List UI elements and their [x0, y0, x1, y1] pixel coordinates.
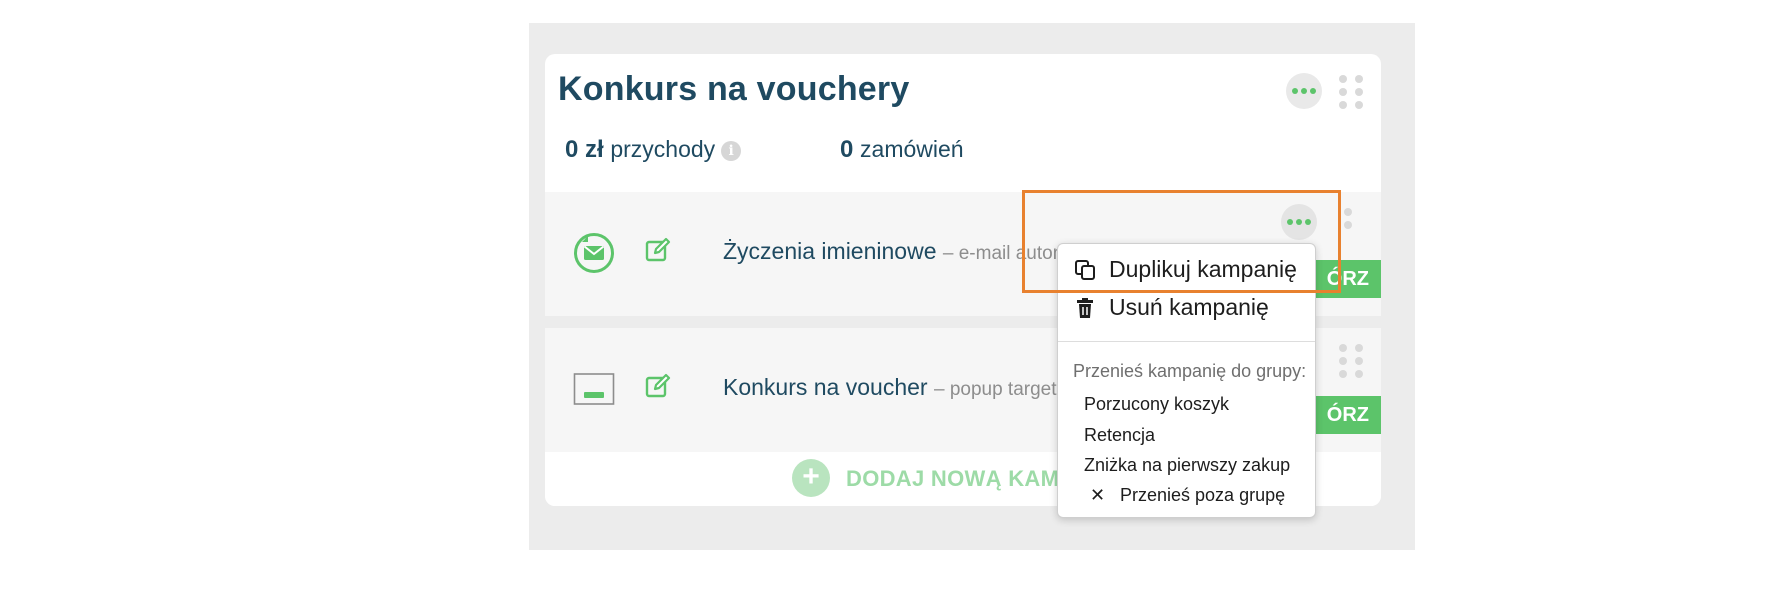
- campaign-more-options-button[interactable]: [1281, 204, 1317, 240]
- group-option-porzucony-koszyk[interactable]: Porzucony koszyk: [1084, 394, 1229, 415]
- envelope-autoresponder-icon: [574, 233, 614, 273]
- close-icon: ✕: [1090, 485, 1106, 505]
- campaign-drag-handle-icon[interactable]: [1339, 344, 1363, 378]
- orders-stat: 0 zamówień: [840, 136, 964, 164]
- popup-window-icon: [573, 373, 615, 405]
- orders-label: zamówień: [860, 136, 964, 162]
- revenue-value: 0 zł: [565, 136, 604, 163]
- menu-divider: [1058, 341, 1315, 342]
- group-title: Konkurs na vouchery: [558, 70, 910, 108]
- show-campaign-button[interactable]: ÓRZ: [1305, 260, 1381, 298]
- duplicate-campaign-item[interactable]: Duplikuj kampanię: [1074, 256, 1297, 283]
- edit-icon[interactable]: [645, 236, 671, 262]
- move-out-of-group-item[interactable]: ✕ Przenieś poza grupę: [1090, 485, 1285, 506]
- campaign-name[interactable]: Życzenia imieninowe – e-mail automa: [723, 238, 1079, 265]
- plus-icon[interactable]: +: [792, 459, 830, 497]
- group-drag-handle-icon[interactable]: [1339, 75, 1363, 109]
- campaign-name-text: Życzenia imieninowe: [723, 238, 937, 264]
- campaign-name-text: Konkurs na voucher: [723, 374, 928, 400]
- trash-icon: [1077, 297, 1093, 318]
- page: Konkurs na vouchery 0 zł przychody i 0 za…: [0, 0, 1776, 592]
- move-to-group-heading: Przenieś kampanię do grupy:: [1073, 361, 1307, 381]
- revenue-label: przychody: [610, 136, 716, 162]
- group-option-retencja[interactable]: Retencja: [1084, 425, 1155, 446]
- show-campaign-button[interactable]: ÓRZ: [1305, 396, 1381, 434]
- duplicate-icon: [1075, 259, 1095, 280]
- delete-campaign-label: Usuń kampanię: [1109, 294, 1269, 320]
- move-out-of-group-label: Przenieś poza grupę: [1120, 485, 1286, 505]
- group-more-options-button[interactable]: [1286, 73, 1322, 109]
- more-dots-icon: [1292, 88, 1316, 94]
- more-dots-icon: [1287, 219, 1311, 225]
- add-campaign-label[interactable]: DODAJ NOWĄ KAMPA: [846, 466, 1089, 492]
- orders-value: 0: [840, 136, 854, 163]
- info-icon[interactable]: i: [721, 140, 742, 161]
- revenue-stat: 0 zł przychody i: [565, 136, 742, 164]
- delete-campaign-item[interactable]: Usuń kampanię: [1074, 294, 1269, 321]
- edit-icon[interactable]: [645, 372, 671, 398]
- duplicate-campaign-label: Duplikuj kampanię: [1109, 256, 1297, 282]
- group-option-znizka[interactable]: Zniżka na pierwszy zakup: [1084, 455, 1290, 476]
- campaign-name[interactable]: Konkurs na voucher – popup targetow: [723, 374, 1081, 401]
- campaign-drag-handle-icon[interactable]: [1344, 208, 1352, 229]
- campaign-options-menu: Duplikuj kampanię Usuń kampanię Przenieś…: [1057, 243, 1316, 518]
